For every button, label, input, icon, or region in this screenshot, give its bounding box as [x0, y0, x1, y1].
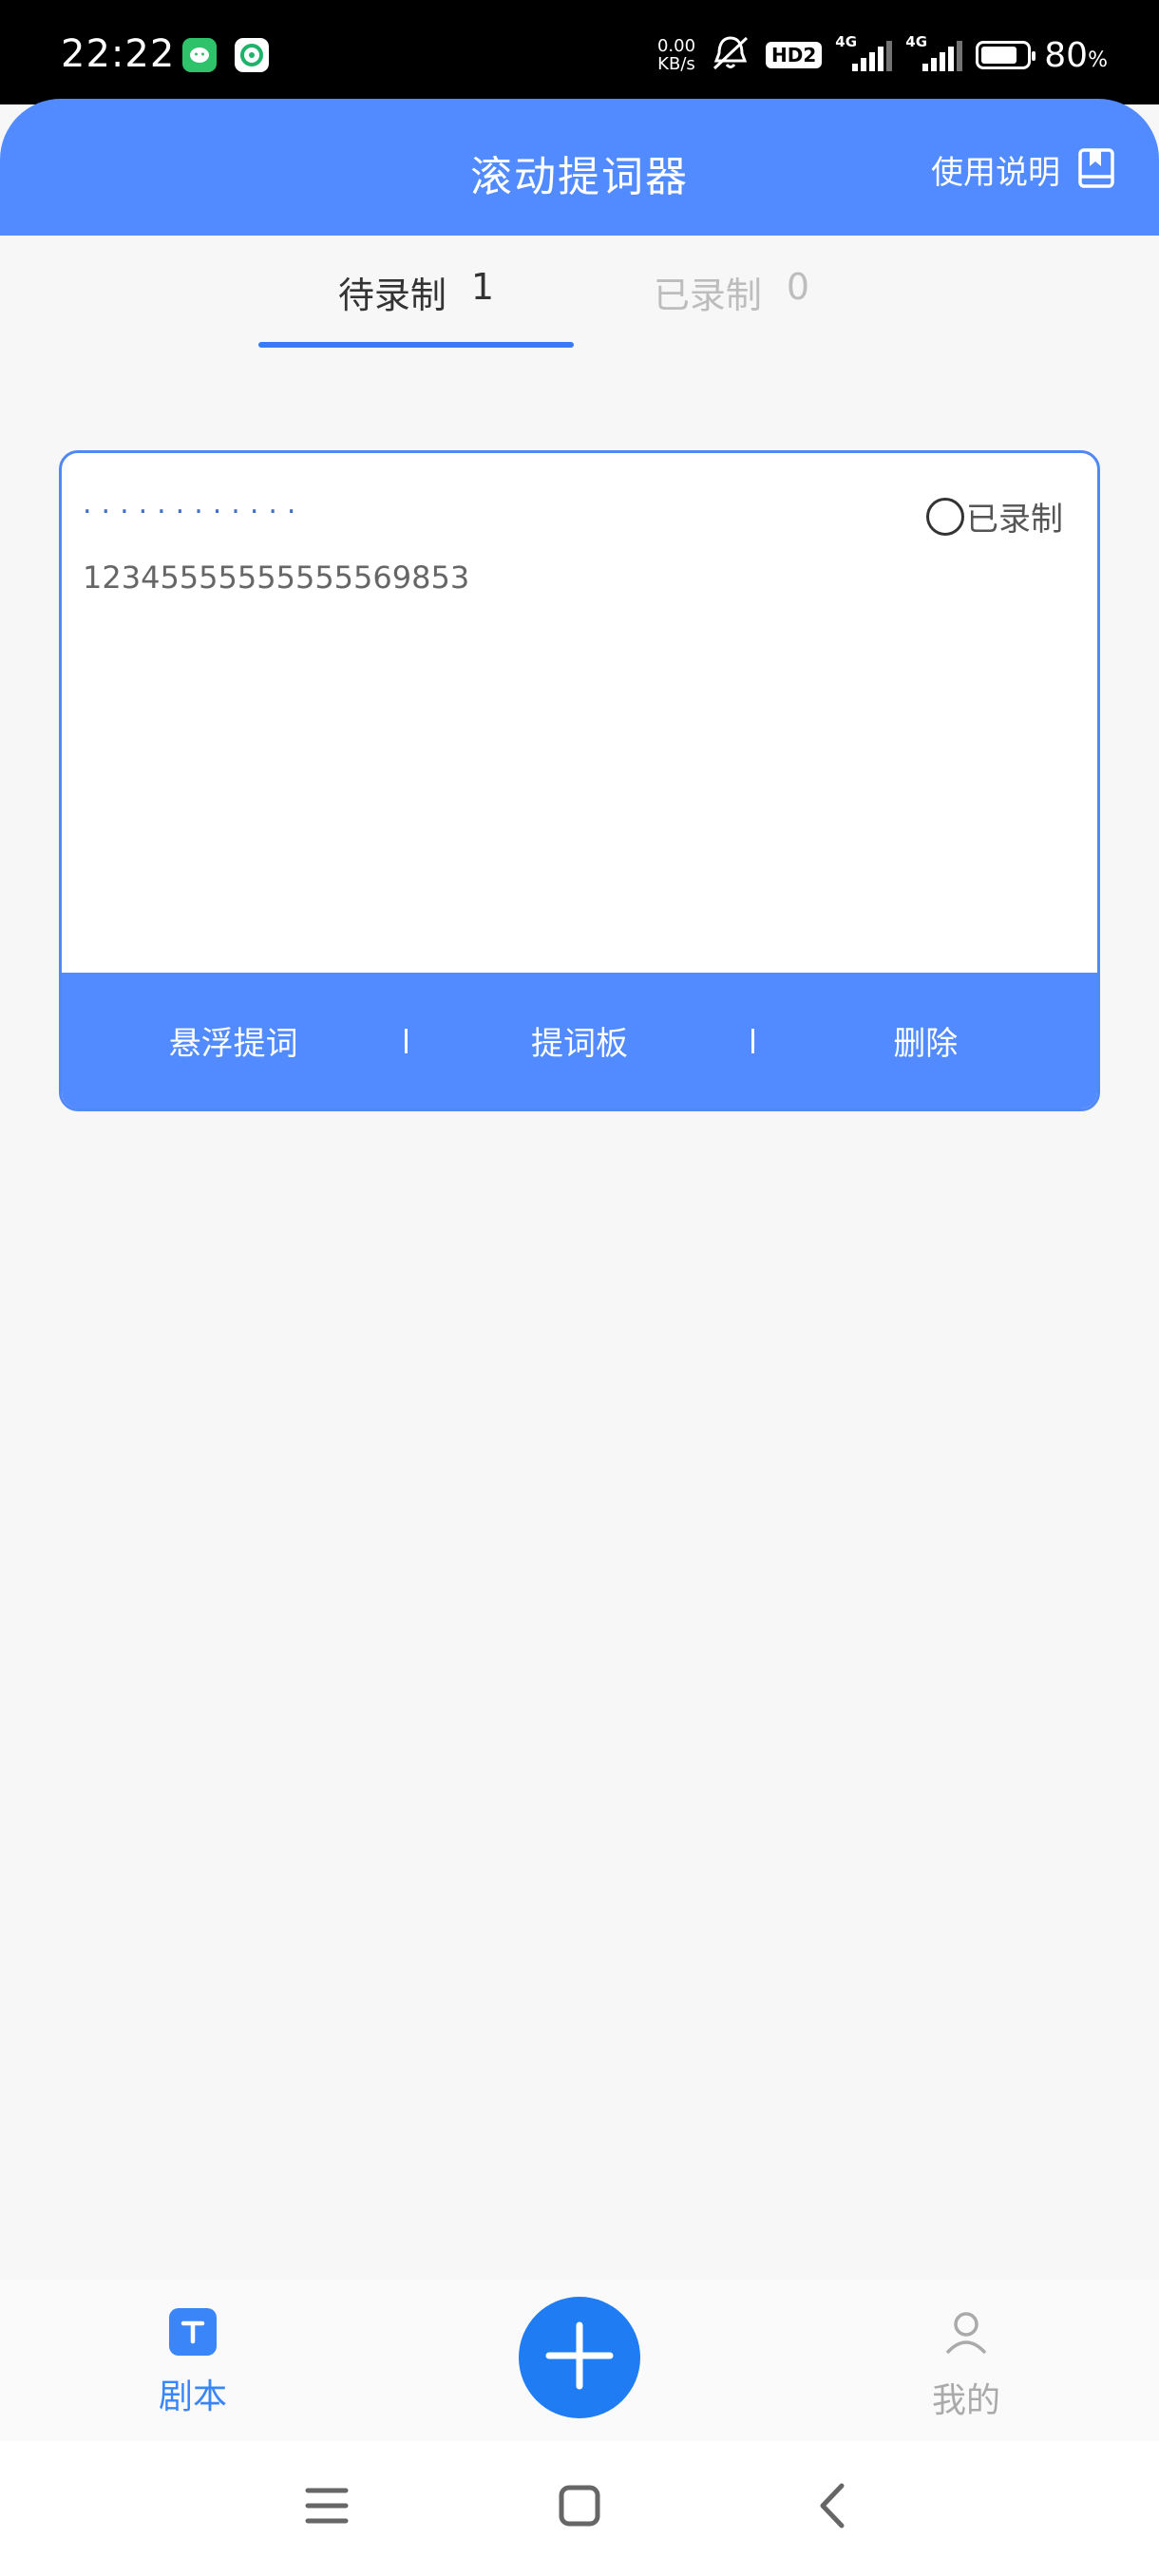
tab-pending-label: 待录制 [337, 275, 446, 316]
float-prompt-button[interactable]: 悬浮提词 [62, 1017, 405, 1064]
app-header: 滚动提词器 使用说明 [0, 99, 1159, 236]
network-speed: 0.00 KB/s [657, 37, 695, 73]
signal-type-label: 4G [905, 33, 928, 50]
book-icon [1077, 147, 1115, 193]
tab-indicator [258, 342, 574, 348]
text-t-icon [169, 2308, 217, 2356]
user-icon [942, 2308, 990, 2359]
battery-percent-sign: % [1088, 47, 1108, 72]
signal-icon: 4G [835, 33, 893, 71]
tab-recorded-label: 已录制 [653, 275, 762, 316]
status-bar: 22:22 0.00 KB/s HD2 4G 4G 80% [0, 0, 1159, 104]
home-button[interactable] [551, 2479, 608, 2536]
nav-script[interactable]: 剧本 [98, 2308, 288, 2418]
battery-percent: 80% [1044, 36, 1108, 75]
wechat-notification-icon [182, 38, 217, 72]
tab-pending-count: 1 [470, 266, 495, 308]
help-button[interactable]: 使用说明 [931, 146, 1115, 193]
signal-icon: 4G [905, 33, 963, 71]
script-title: ............ [83, 487, 306, 521]
recorded-toggle-label: 已录制 [966, 501, 1063, 539]
back-chevron-icon [815, 2482, 849, 2533]
system-nav-bar [0, 2441, 1159, 2576]
battery-level [981, 47, 1017, 64]
add-script-button[interactable] [519, 2297, 640, 2418]
script-card[interactable]: ............ 已录制 12345555555555569853 悬浮… [59, 450, 1100, 1111]
radio-circle-icon [926, 497, 964, 536]
app-notification-icon [235, 38, 269, 72]
prompt-board-button[interactable]: 提词板 [408, 1017, 750, 1064]
home-square-icon [558, 2484, 601, 2531]
card-action-bar: 悬浮提词 提词板 删除 [62, 973, 1097, 1108]
nav-mine-label: 我的 [931, 2381, 1000, 2420]
network-speed-unit: KB/s [657, 54, 695, 74]
menu-icon [305, 2487, 349, 2529]
tab-pending[interactable]: 待录制 1 [258, 266, 574, 351]
menu-button[interactable] [298, 2479, 355, 2536]
tab-recorded[interactable]: 已录制 0 [589, 266, 874, 351]
signal-type-label: 4G [835, 33, 858, 50]
nav-script-label: 剧本 [158, 2377, 227, 2416]
screen: 22:22 0.00 KB/s HD2 4G 4G 80% 滚动提词器 使用说明… [0, 0, 1159, 2576]
tab-recorded-count: 0 [786, 266, 810, 308]
nav-mine[interactable]: 我的 [871, 2308, 1061, 2422]
network-speed-value: 0.00 [656, 36, 696, 56]
back-button[interactable] [804, 2479, 861, 2536]
delete-button[interactable]: 删除 [754, 1017, 1097, 1064]
mute-bell-icon [709, 34, 752, 76]
battery-icon [976, 41, 1036, 69]
script-content: 12345555555555569853 [83, 559, 470, 596]
recorded-toggle[interactable]: 已录制 [926, 493, 1063, 540]
hd-badge: HD2 [766, 42, 823, 68]
status-time: 22:22 [61, 32, 176, 76]
plus-icon [543, 2320, 616, 2396]
status-indicators: 0.00 KB/s HD2 4G 4G 80% [657, 33, 1108, 76]
battery-percent-value: 80 [1044, 35, 1089, 75]
help-label: 使用说明 [931, 154, 1060, 192]
